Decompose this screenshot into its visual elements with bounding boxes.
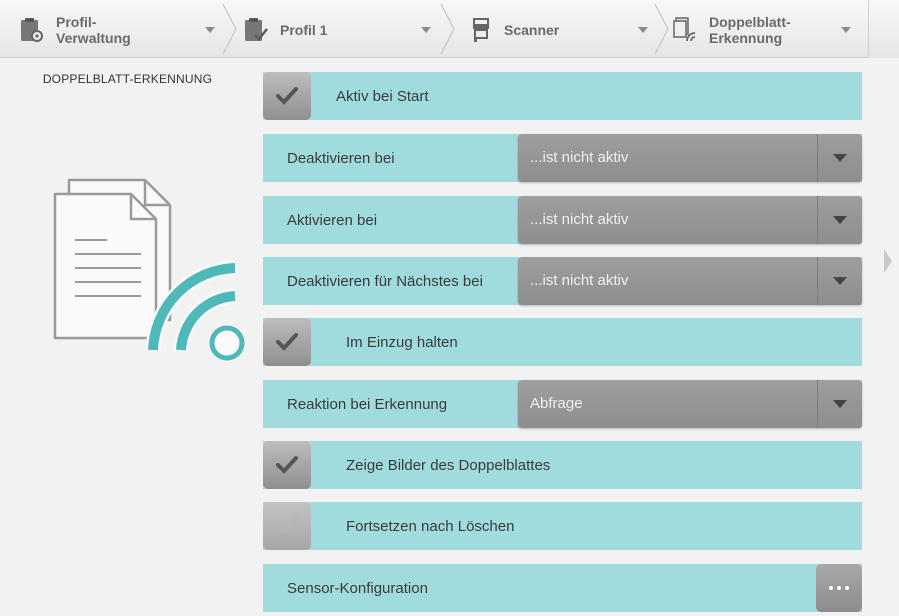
row-sensor-konfiguration: Sensor-Konfiguration <box>263 564 862 612</box>
select-value: ...ist nicht aktiv <box>530 211 629 228</box>
breadcrumb-label: Profil- Verwaltung <box>56 14 131 46</box>
aktiv-bei-start-label: Aktiv bei Start <box>336 87 429 105</box>
zeige-bilder-label: Zeige Bilder des Doppelblattes <box>346 456 551 474</box>
breadcrumb-item-profil-1[interactable]: Profil 1 <box>244 8 431 52</box>
chevron-down-icon <box>833 216 847 224</box>
breadcrumb-label: Doppelblatt- Erkennung <box>709 14 791 46</box>
dropdown-button[interactable] <box>817 257 862 305</box>
select-value: ...ist nicht aktiv <box>530 149 629 166</box>
checkmark-icon <box>276 517 298 535</box>
zeige-bilder-checkbox[interactable] <box>263 441 311 489</box>
breadcrumb-item-profil-verwaltung[interactable]: Profil- Verwaltung <box>20 8 215 52</box>
chevron-right-icon[interactable] <box>883 248 893 274</box>
chevron-down-icon <box>421 27 431 33</box>
chevron-down-icon <box>833 400 847 408</box>
double-sheet-icon <box>673 17 696 42</box>
checkmark-icon <box>276 456 298 474</box>
row-fortsetzen-nach-loeschen: Fortsetzen nach Löschen <box>263 502 862 550</box>
profile-admin-icon <box>21 18 43 42</box>
row-deaktivieren-bei: Deaktivieren bei ...ist nicht aktiv <box>263 134 862 182</box>
dropdown-button[interactable] <box>817 196 862 244</box>
row-deaktivieren-fuer-naechstes-bei: Deaktivieren für Nächstes bei ...ist nic… <box>263 257 862 305</box>
fortsetzen-label: Fortsetzen nach Löschen <box>346 517 515 535</box>
im-einzug-halten-checkbox[interactable] <box>263 318 311 366</box>
checkmark-icon <box>276 333 298 351</box>
deaktivieren-bei-label: Deaktivieren bei <box>287 149 395 167</box>
aktiv-bei-start-checkbox[interactable] <box>263 72 311 120</box>
sensor-label: Sensor-Konfiguration <box>287 579 428 597</box>
breadcrumb: Profil- Verwaltung Profil 1 Scanner Dopp… <box>0 0 899 58</box>
fortsetzen-checkbox[interactable] <box>263 502 311 550</box>
breadcrumb-separator <box>440 4 455 54</box>
deaktivieren-naechstes-select[interactable]: ...ist nicht aktiv <box>518 257 862 305</box>
select-value: Abfrage <box>530 395 583 412</box>
more-dots-icon <box>829 586 849 590</box>
double-sheet-illustration-icon <box>53 178 245 361</box>
scanner-icon <box>473 18 489 42</box>
dropdown-button[interactable] <box>817 380 862 428</box>
chevron-down-icon <box>638 27 648 33</box>
breadcrumb-separator <box>654 4 669 54</box>
row-aktivieren-bei: Aktivieren bei ...ist nicht aktiv <box>263 196 862 244</box>
deaktivieren-bei-select[interactable]: ...ist nicht aktiv <box>518 134 862 182</box>
sensor-more-button[interactable] <box>816 564 862 612</box>
breadcrumb-item-doppelblatt-erkennung[interactable]: Doppelblatt- Erkennung <box>673 8 851 52</box>
row-reaktion-bei-erkennung: Reaktion bei Erkennung Abfrage <box>263 380 862 428</box>
breadcrumb-label: Profil 1 <box>280 22 328 38</box>
reaktion-select[interactable]: Abfrage <box>518 380 862 428</box>
reaktion-label: Reaktion bei Erkennung <box>287 395 448 413</box>
chevron-down-icon <box>833 154 847 162</box>
checkmark-icon <box>276 87 298 105</box>
row-aktiv-bei-start: Aktiv bei Start <box>263 72 862 120</box>
breadcrumb-item-scanner[interactable]: Scanner <box>472 8 648 52</box>
breadcrumb-separator <box>222 4 237 54</box>
dropdown-button[interactable] <box>817 134 862 182</box>
aktivieren-bei-select[interactable]: ...ist nicht aktiv <box>518 196 862 244</box>
chevron-down-icon <box>205 27 215 33</box>
chevron-down-icon <box>833 277 847 285</box>
breadcrumb-label: Scanner <box>504 22 560 38</box>
row-im-einzug-halten: Im Einzug halten <box>263 318 862 366</box>
select-value: ...ist nicht aktiv <box>530 272 629 289</box>
section-title: DOPPELBLATT-ERKENNUNG <box>42 72 213 86</box>
aktivieren-bei-label: Aktivieren bei <box>287 211 378 229</box>
topbar-end <box>868 0 899 58</box>
im-einzug-halten-label: Im Einzug halten <box>346 333 458 351</box>
row-zeige-bilder: Zeige Bilder des Doppelblattes <box>263 441 862 489</box>
clipboard-check-icon <box>245 18 268 41</box>
deaktivieren-naechstes-label: Deaktivieren für Nächstes bei <box>287 272 483 290</box>
chevron-down-icon <box>841 27 851 33</box>
